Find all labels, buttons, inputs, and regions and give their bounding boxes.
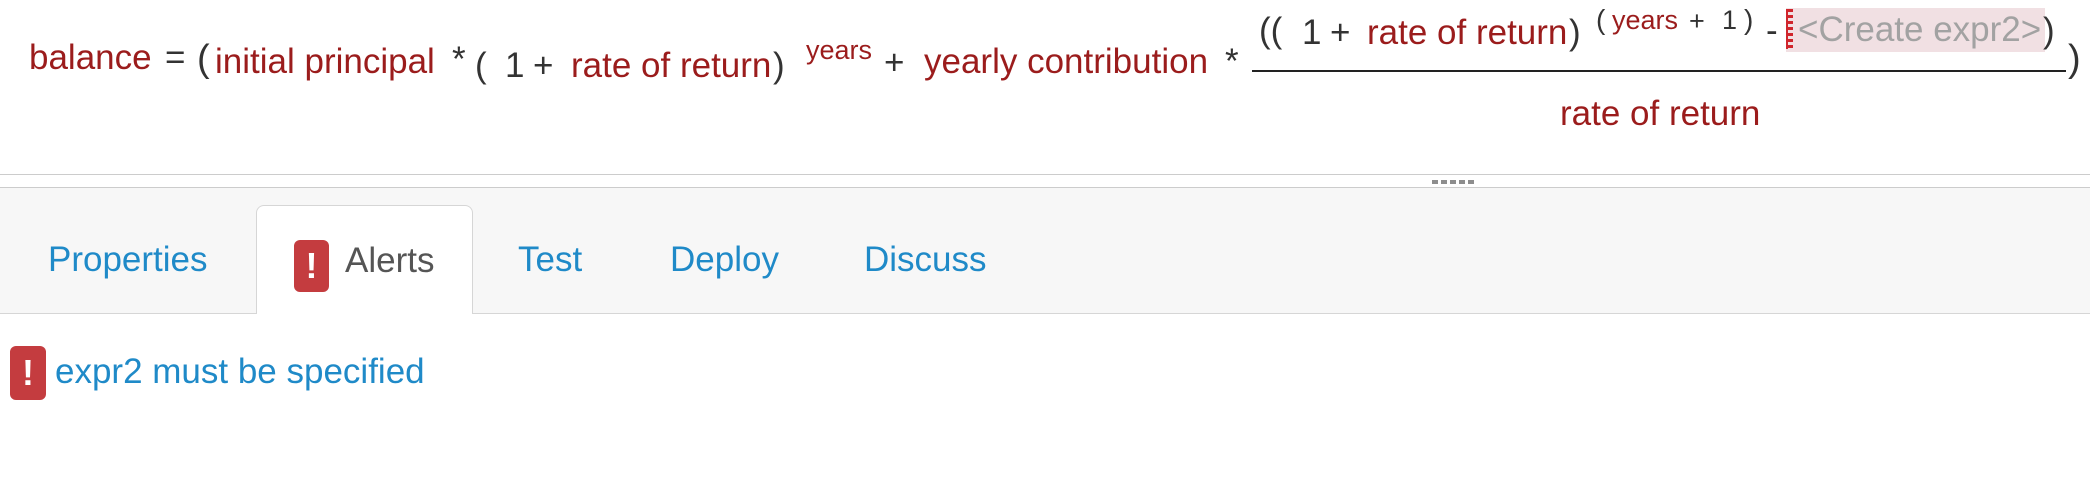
formula-app: balance = ( initial principal * ( 1 + ra… [0, 0, 2090, 496]
numerator-close-paren[interactable]: ) [1569, 15, 1581, 50]
tab-properties[interactable]: Properties [48, 205, 208, 314]
denominator-rate-of-return[interactable]: rate of return [1560, 96, 1760, 131]
exponent-plus-operator[interactable]: + [1689, 8, 1705, 35]
exponent-years[interactable]: years [806, 37, 872, 64]
alert-message-link[interactable]: expr2 must be specified [55, 352, 425, 392]
var-yearly-contribution[interactable]: yearly contribution [924, 44, 1208, 79]
expr2-placeholder[interactable]: <Create expr2> [1786, 8, 2046, 52]
tab-bar: Properties ! Alerts Test Deploy Discuss [0, 188, 2090, 315]
pane-splitter[interactable] [0, 174, 2090, 188]
numerator-var-rate-of-return[interactable]: rate of return [1367, 15, 1567, 50]
exponent-constant-one[interactable]: 1 [1722, 7, 1737, 34]
close-paren[interactable]: ) [773, 48, 785, 83]
exponent-open-paren[interactable]: ( [1596, 6, 1605, 34]
alerts-panel: ! expr2 must be specified [0, 314, 2090, 496]
tab-deploy[interactable]: Deploy [670, 205, 779, 314]
exclamation-badge-icon: ! [294, 240, 329, 292]
formula-editor[interactable]: balance = ( initial principal * ( 1 + ra… [0, 0, 2090, 174]
error-marker [1786, 9, 1793, 49]
tab-alerts-label: Alerts [345, 241, 435, 280]
tab-alerts[interactable]: ! Alerts [256, 205, 473, 315]
multiply-operator[interactable]: * [452, 42, 466, 77]
plus-operator[interactable]: + [533, 48, 553, 83]
exponent-years-2[interactable]: years [1612, 7, 1678, 34]
numerator-plus-operator[interactable]: + [1330, 15, 1350, 50]
equals-operator[interactable]: = [165, 40, 185, 75]
drag-grip-icon[interactable] [1432, 180, 1476, 184]
constant-one[interactable]: 1 [505, 48, 524, 83]
exclamation-badge-icon: ! [10, 346, 46, 400]
minus-operator[interactable]: - [1766, 13, 1778, 48]
plus-operator-2[interactable]: + [884, 45, 904, 80]
numerator-constant-one[interactable]: 1 [1302, 15, 1321, 50]
fraction-bar [1252, 70, 2066, 72]
open-paren-small[interactable]: ( [475, 48, 487, 83]
numerator-open-parens[interactable]: (( [1259, 13, 1282, 48]
var-initial-principal[interactable]: initial principal [215, 44, 435, 79]
exponent-close-paren[interactable]: ) [1744, 6, 1753, 34]
placeholder-close-paren[interactable]: ) [2043, 13, 2055, 48]
tab-test[interactable]: Test [518, 205, 582, 314]
open-paren[interactable]: ( [197, 40, 210, 78]
var-balance[interactable]: balance [29, 40, 152, 75]
outer-close-paren[interactable]: ) [2068, 40, 2081, 78]
multiply-operator-2[interactable]: * [1225, 44, 1239, 79]
var-rate-of-return[interactable]: rate of return [571, 48, 771, 83]
tab-discuss[interactable]: Discuss [864, 205, 987, 314]
